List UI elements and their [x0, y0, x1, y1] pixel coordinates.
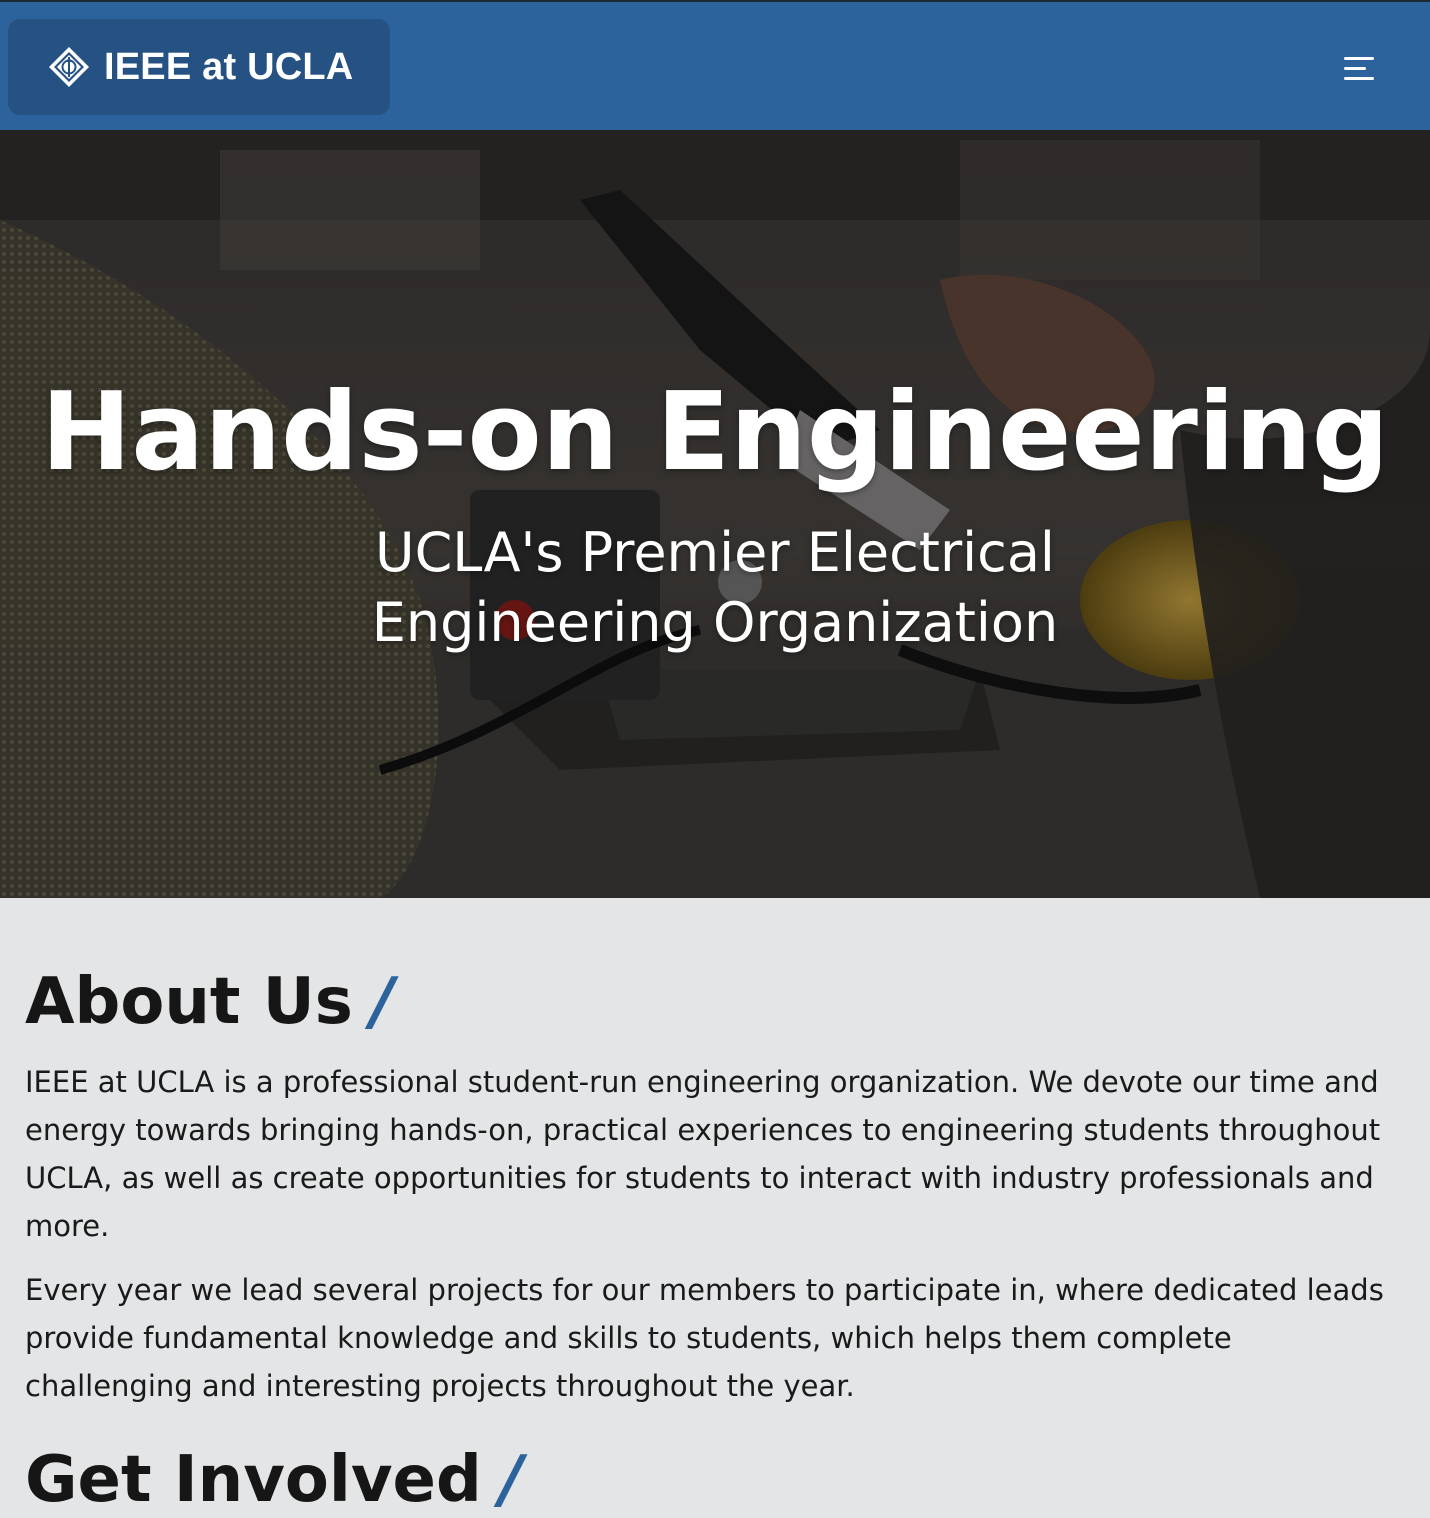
get-involved-heading: Get Involved / [25, 1440, 523, 1518]
menu-line-icon [1344, 77, 1374, 80]
hero-dark-overlay [0, 130, 1430, 898]
main-content: About Us / IEEE at UCLA is a professional… [0, 898, 1430, 1518]
top-navbar: IEEE at UCLA [0, 0, 1430, 130]
menu-line-icon [1344, 67, 1366, 70]
menu-line-icon [1344, 57, 1374, 60]
about-paragraph-1: IEEE at UCLA is a professional student-r… [25, 1065, 1381, 1243]
hero-subtitle: UCLA's Premier Electrical Engineering Or… [371, 521, 1059, 654]
hamburger-menu-button[interactable] [1336, 48, 1384, 90]
hero-banner: Hands-on Engineering UCLA's Premier Elec… [0, 130, 1430, 898]
get-involved-title: Get Involved [25, 1443, 482, 1517]
about-us-heading: About Us / [25, 962, 394, 1042]
about-paragraph-2: Every year we lead several projects for … [25, 1273, 1384, 1403]
hero-title: Hands-on Engineering [40, 370, 1390, 495]
brand-name: IEEE at UCLA [104, 45, 354, 88]
brand-home-link[interactable]: IEEE at UCLA [8, 19, 390, 115]
ieee-logo-icon [49, 47, 89, 87]
heading-slash-accent: / [370, 965, 395, 1039]
heading-slash-accent: / [499, 1443, 524, 1517]
about-us-title: About Us [25, 965, 353, 1039]
